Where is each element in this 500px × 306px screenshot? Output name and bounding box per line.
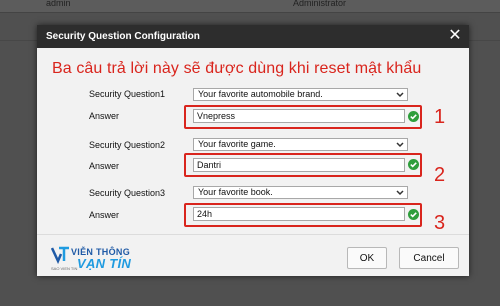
check-icon [408, 159, 419, 170]
security-question1-value: Your favorite automobile brand. [198, 89, 323, 99]
annotation-number-3: 3 [434, 212, 446, 234]
annotation-number-2: 2 [434, 164, 446, 186]
answer3-input[interactable]: 24h [193, 207, 405, 221]
security-question3-label: Security Question3 [89, 188, 166, 198]
security-question-dialog: Security Question Configuration ✕ Ba câu… [37, 25, 469, 276]
logo-tagline: SAO VIEN TIN [51, 266, 78, 271]
security-question1-select[interactable]: Your favorite automobile brand. [193, 88, 408, 101]
logo-line2: VẠN TÍN [77, 256, 132, 271]
security-question3-select[interactable]: Your favorite book. [193, 186, 408, 199]
footer-divider [37, 234, 469, 235]
answer2-label: Answer [89, 161, 120, 171]
chevron-down-icon [396, 190, 404, 196]
security-question2-select[interactable]: Your favorite game. [193, 138, 408, 151]
security-question3-value: Your favorite book. [198, 187, 273, 197]
answer2-input[interactable]: Dantri [193, 158, 405, 172]
company-logo: VIỄN THÔNG VẠN TÍN SAO VIEN TIN [51, 245, 161, 273]
security-question1-label: Security Question1 [89, 89, 166, 99]
dialog-header: Security Question Configuration ✕ [37, 25, 469, 48]
check-icon [408, 111, 419, 122]
background-role-cell: Administrator [293, 0, 347, 8]
answer3-label: Answer [89, 210, 120, 220]
answer1-label: Answer [89, 111, 120, 121]
background-user-cell: admin [46, 0, 71, 8]
dialog-title: Security Question Configuration [46, 31, 200, 42]
chevron-down-icon [396, 142, 404, 148]
answer1-input[interactable]: Vnepress [193, 109, 405, 123]
logo-mark-icon [51, 246, 69, 264]
close-icon[interactable]: ✕ [448, 27, 461, 44]
cancel-button[interactable]: Cancel [399, 247, 459, 269]
annotation-number-1: 1 [434, 106, 446, 128]
close-button[interactable]: ✕ [447, 27, 463, 45]
check-icon [408, 209, 419, 220]
chevron-down-icon [396, 92, 404, 98]
annotation-banner: Ba câu trả lời này sẽ được dùng khi rese… [52, 60, 422, 77]
background-table-header: admin Administrator [0, 0, 500, 13]
security-question2-value: Your favorite game. [198, 139, 276, 149]
security-question2-label: Security Question2 [89, 140, 166, 150]
ok-button[interactable]: OK [347, 247, 387, 269]
